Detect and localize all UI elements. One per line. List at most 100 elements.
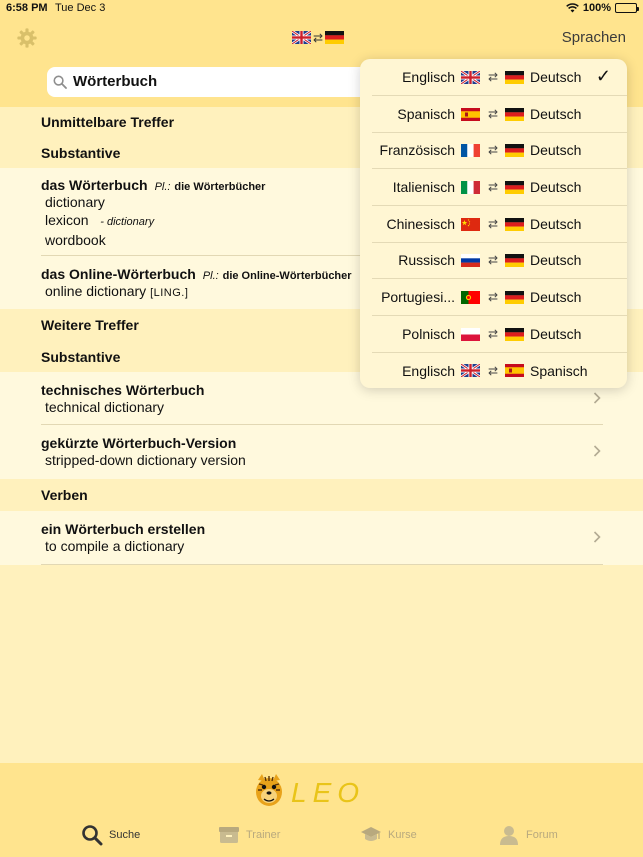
search-input[interactable]: Wörterbuch (73, 73, 157, 90)
target-language: Deutsch (530, 142, 582, 158)
german-flag-icon (325, 31, 345, 44)
es-flag-icon (461, 107, 480, 121)
target-language: Deutsch (530, 289, 582, 305)
plural-value: die Wörterbücher (174, 181, 266, 193)
swap-arrows-icon: ⇄ (487, 290, 499, 304)
graduation-cap-icon (361, 827, 381, 841)
target-language: Deutsch (530, 252, 582, 268)
language-option[interactable]: Spanisch ⇄ Deutsch (372, 96, 627, 133)
source-language: Russisch (398, 252, 455, 268)
language-option[interactable]: Englisch ⇄ Deutsch ✓ (372, 59, 627, 96)
pt-flag-icon (461, 290, 480, 304)
de-flag-icon (505, 290, 524, 304)
source-language: Chinesisch (386, 216, 455, 232)
de-flag-icon (505, 70, 524, 84)
plural-label: Pl.: (154, 181, 171, 193)
tab-kurse[interactable]: Kurse (360, 824, 417, 846)
source-language: Englisch (402, 69, 455, 85)
source-language: Italienisch (392, 179, 455, 195)
language-option[interactable]: Italienisch ⇄ Deutsch (372, 169, 627, 206)
de-flag-icon (505, 180, 524, 194)
language-option[interactable]: Französisch ⇄ Deutsch (372, 132, 627, 169)
gear-icon[interactable] (16, 27, 38, 49)
source-language: Englisch (402, 362, 455, 379)
tab-suche[interactable]: Suche (81, 824, 140, 846)
source-language: Französisch (379, 142, 455, 158)
section-header: Verben (0, 479, 643, 511)
language-option[interactable]: Russisch ⇄ Deutsch (372, 242, 627, 279)
battery-icon (615, 3, 639, 13)
languages-button[interactable]: Sprachen (562, 29, 626, 46)
tab-label: Suche (109, 829, 141, 841)
de-flag-icon (505, 217, 524, 231)
target-language: Deutsch (530, 106, 582, 122)
usage-note: - dictionary (100, 216, 155, 228)
translation: stripped-down dictionary version (45, 452, 246, 468)
uk-flag-icon (292, 31, 311, 44)
entry-term: gekürzte Wörterbuch-Version (41, 435, 237, 451)
fr-flag-icon (461, 143, 480, 157)
entry-term: technisches Wörterbuch (41, 382, 205, 398)
person-icon (500, 826, 518, 845)
target-language: Deutsch (530, 179, 582, 195)
source-language: Spanisch (397, 106, 455, 122)
tab-label: Trainer (246, 829, 281, 841)
entry-term: das Online-Wörterbuch (41, 266, 196, 282)
source-language: Portugiesi... (381, 289, 455, 305)
leo-logo: LEO (256, 774, 365, 808)
es-flag-icon (505, 364, 524, 377)
status-time: 6:58 PM (6, 2, 48, 14)
plural-value: die Online-Wörterbücher (222, 270, 352, 282)
language-option[interactable]: Polnisch ⇄ Deutsch (372, 316, 627, 353)
entry-term: ein Wörterbuch erstellen (41, 521, 206, 537)
ru-flag-icon (461, 253, 480, 267)
table-row[interactable]: ein Wörterbuch erstellen to compile a di… (0, 511, 643, 565)
tab-trainer[interactable]: Trainer (218, 824, 280, 846)
language-option[interactable]: Chinesisch ⇄ Deutsch (372, 206, 627, 243)
translation: to compile a dictionary (45, 538, 185, 554)
entry-term: das Wörterbuch (41, 177, 148, 193)
chevron-right-icon (593, 445, 601, 457)
tab-label: Kurse (388, 829, 417, 841)
source-language: Polnisch (402, 326, 455, 342)
search-field[interactable]: Wörterbuch (47, 67, 377, 97)
target-language: Deutsch (530, 69, 582, 85)
swap-arrows-icon: ⇄ (487, 107, 499, 121)
target-language: Spanisch (530, 362, 588, 379)
pl-flag-icon (461, 327, 480, 341)
tab-forum[interactable]: Forum (498, 824, 558, 846)
logo-text: LEO (291, 777, 365, 808)
de-flag-icon (505, 327, 524, 341)
table-row[interactable]: gekürzte Wörterbuch-Version stripped-dow… (0, 425, 643, 479)
uk-flag-icon (461, 364, 480, 377)
battery-percent: 100% (582, 2, 611, 14)
swap-arrows-icon: ⇄ (313, 30, 324, 45)
language-dropdown: Englisch ⇄ Deutsch ✓ Spanisch ⇄ Deutsch Französ… (360, 59, 627, 388)
swap-arrows-icon: ⇄ (487, 217, 499, 231)
swap-arrows-icon: ⇄ (487, 363, 499, 378)
swap-arrows-icon: ⇄ (487, 70, 499, 84)
cn-flag-icon (461, 217, 480, 231)
current-language-pair[interactable]: ⇄ (292, 30, 345, 45)
chevron-right-icon (593, 531, 601, 543)
wifi-icon (566, 3, 579, 13)
translation: technical dictionary (45, 399, 165, 415)
search-icon (53, 75, 67, 89)
plural-label: Pl.: (202, 270, 219, 282)
checkmark-icon: ✓ (595, 66, 611, 86)
box-icon (219, 827, 239, 843)
language-option[interactable]: Englisch ⇄ Spanisch (372, 352, 627, 389)
target-language: Deutsch (530, 326, 582, 342)
translation: online dictionary (45, 283, 147, 299)
it-flag-icon (461, 180, 480, 194)
uk-flag-icon (461, 70, 480, 84)
language-option[interactable]: Portugiesi... ⇄ Deutsch (372, 279, 627, 316)
de-flag-icon (505, 253, 524, 267)
subject-tag: [LING.] (150, 287, 189, 299)
swap-arrows-icon: ⇄ (487, 253, 499, 267)
status-indicators: 100% (566, 2, 639, 14)
translation: lexicon (45, 212, 89, 228)
swap-arrows-icon: ⇄ (487, 143, 499, 157)
search-icon (82, 825, 103, 846)
swap-arrows-icon: ⇄ (487, 327, 499, 341)
